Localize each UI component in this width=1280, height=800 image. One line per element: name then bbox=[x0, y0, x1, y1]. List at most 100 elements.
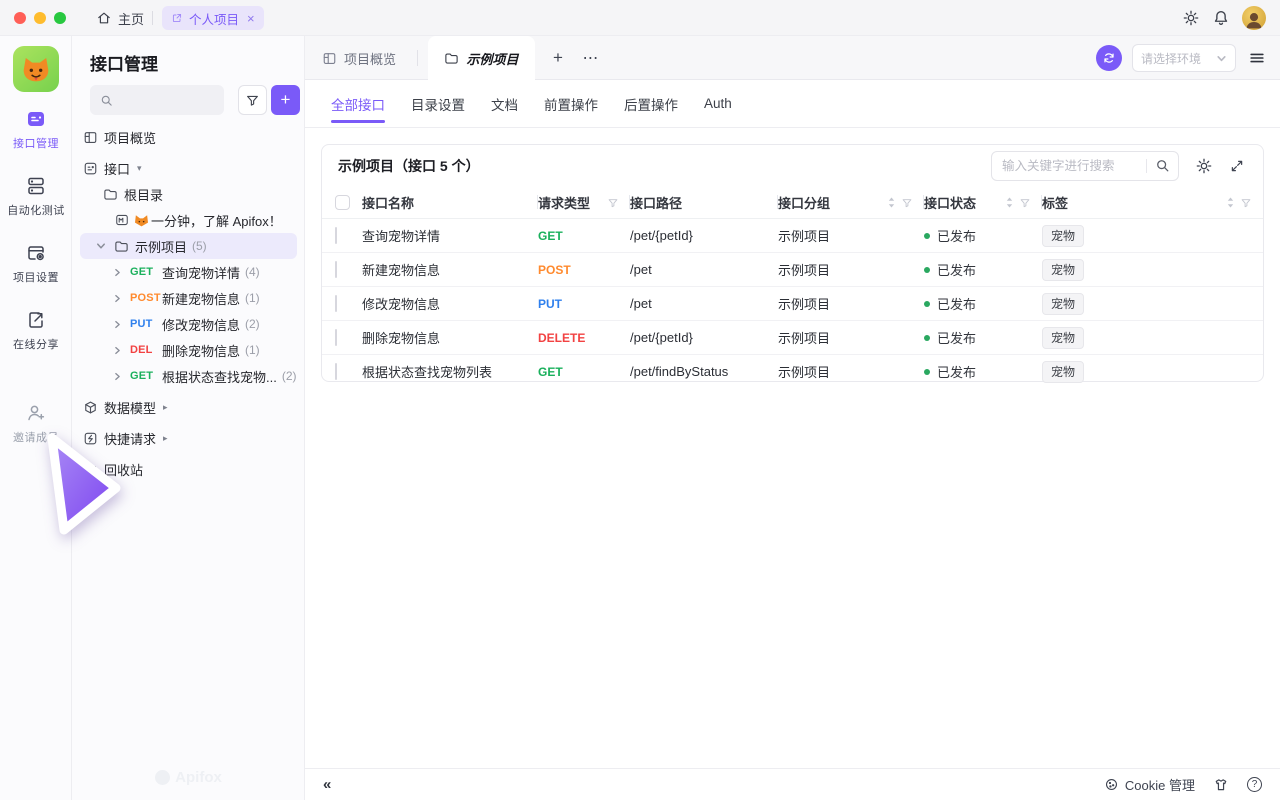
tree-item-project-overview[interactable]: 项目概览 bbox=[80, 124, 297, 150]
close-window-button[interactable] bbox=[14, 12, 26, 24]
column-header-method[interactable]: 请求类型 bbox=[538, 187, 630, 218]
tree-item-api[interactable]: DEL 删除宠物信息 (1) bbox=[80, 337, 297, 363]
rail-item-online-share[interactable]: 在线分享 bbox=[0, 309, 72, 352]
home-label: 主页 bbox=[118, 9, 144, 28]
subtab-all-apis[interactable]: 全部接口 bbox=[331, 80, 385, 128]
table-row[interactable]: 删除宠物信息 DELETE /pet/{petId} 示例项目 已发布 宠物 bbox=[322, 321, 1263, 355]
table-search-input[interactable] bbox=[991, 151, 1179, 181]
row-checkbox[interactable] bbox=[335, 363, 337, 380]
menu-hamburger-icon[interactable] bbox=[1248, 49, 1266, 67]
column-header-status[interactable]: 接口状态 bbox=[924, 187, 1042, 218]
tag-badge: 宠物 bbox=[1042, 225, 1084, 247]
add-tab-button[interactable]: + bbox=[545, 36, 571, 80]
markdown-icon bbox=[115, 213, 129, 227]
folder-icon bbox=[444, 51, 459, 66]
tab-example-project[interactable]: 示例项目 bbox=[428, 36, 535, 81]
cookie-manager-button[interactable]: Cookie 管理 bbox=[1104, 775, 1195, 794]
column-header-path[interactable]: 接口路径 bbox=[630, 187, 778, 218]
select-all-checkbox[interactable] bbox=[335, 195, 350, 210]
table-row[interactable]: 查询宠物详情 GET /pet/{petId} 示例项目 已发布 宠物 bbox=[322, 219, 1263, 253]
sort-icon[interactable] bbox=[1226, 196, 1235, 209]
api-name: 查询宠物详情 bbox=[362, 226, 538, 245]
chevron-right-icon[interactable] bbox=[113, 372, 122, 381]
apifox-logo[interactable] bbox=[13, 46, 59, 92]
chevron-down-icon[interactable] bbox=[96, 241, 106, 251]
notifications-bell-icon[interactable] bbox=[1212, 9, 1230, 27]
sync-button[interactable] bbox=[1096, 45, 1122, 71]
subtab-pre-processors[interactable]: 前置操作 bbox=[544, 80, 598, 128]
column-header-group[interactable]: 接口分组 bbox=[778, 187, 924, 218]
user-avatar[interactable] bbox=[1242, 6, 1266, 30]
sidebar-filter-button[interactable] bbox=[238, 85, 267, 115]
table-settings-gear-icon[interactable] bbox=[1195, 157, 1213, 175]
tab-divider bbox=[417, 50, 418, 66]
tree-item-api[interactable]: PUT 修改宠物信息 (2) bbox=[80, 311, 297, 337]
subtab-docs[interactable]: 文档 bbox=[491, 80, 518, 128]
column-header-name[interactable]: 接口名称 bbox=[362, 187, 538, 218]
home-nav[interactable]: 主页 bbox=[96, 0, 144, 36]
sidebar-add-button[interactable]: + bbox=[271, 85, 300, 115]
rail-item-invite-members[interactable]: 邀请成员 bbox=[0, 402, 72, 445]
subtab-post-processors[interactable]: 后置操作 bbox=[624, 80, 678, 128]
titlebar-divider bbox=[152, 11, 153, 25]
search-icon[interactable] bbox=[1154, 157, 1171, 174]
rail-label: 邀请成员 bbox=[0, 429, 72, 445]
status-dot bbox=[924, 335, 930, 341]
close-icon[interactable]: × bbox=[247, 12, 255, 25]
tab-project-overview[interactable]: 项目概览 bbox=[322, 36, 396, 80]
rail-item-automation-test[interactable]: 自动化测试 bbox=[0, 175, 72, 218]
subtab-folder-settings[interactable]: 目录设置 bbox=[411, 80, 465, 128]
tree-item-recycle-bin[interactable]: 回收站 bbox=[80, 456, 297, 482]
table-row[interactable]: 新建宠物信息 POST /pet 示例项目 已发布 宠物 bbox=[322, 253, 1263, 287]
tree-item-doc[interactable]: 一分钟，了解 Apifox！ bbox=[80, 207, 297, 233]
subtab-auth[interactable]: Auth bbox=[704, 80, 732, 128]
row-checkbox[interactable] bbox=[335, 261, 337, 278]
tree-item-api-section[interactable]: 接口 ▾ bbox=[80, 155, 297, 181]
tree-item-api[interactable]: POST 新建宠物信息 (1) bbox=[80, 285, 297, 311]
chevron-right-icon[interactable] bbox=[113, 346, 122, 355]
collapse-sidebar-icon[interactable]: « bbox=[323, 776, 330, 793]
tree-item-api[interactable]: GET 查询宠物详情 (4) bbox=[80, 259, 297, 285]
table-row[interactable]: 修改宠物信息 PUT /pet 示例项目 已发布 宠物 bbox=[322, 287, 1263, 321]
row-checkbox[interactable] bbox=[335, 227, 337, 244]
filter-funnel-icon[interactable] bbox=[1240, 197, 1252, 209]
sidebar-title: 接口管理 bbox=[90, 50, 158, 75]
minimize-window-button[interactable] bbox=[34, 12, 46, 24]
tree-item-example-folder[interactable]: 示例项目 (5) bbox=[80, 233, 297, 259]
tree-item-root-folder[interactable]: 根目录 bbox=[80, 181, 297, 207]
caret-right-icon: ▸ bbox=[163, 402, 168, 413]
rail-item-project-settings[interactable]: 项目设置 bbox=[0, 242, 72, 285]
tree-item-quick-request[interactable]: 快捷请求 ▸ bbox=[80, 425, 297, 451]
filter-funnel-icon[interactable] bbox=[1019, 197, 1031, 209]
table-header-row: 接口名称 请求类型 接口路径 接口分组 接口状态 标签 bbox=[322, 187, 1263, 219]
settings-gear-icon[interactable] bbox=[1182, 9, 1200, 27]
theme-tshirt-icon[interactable] bbox=[1213, 777, 1229, 793]
sort-icon[interactable] bbox=[1005, 196, 1014, 209]
chevron-right-icon[interactable] bbox=[113, 294, 122, 303]
filter-funnel-icon[interactable] bbox=[607, 197, 619, 209]
help-icon[interactable]: ? bbox=[1247, 777, 1262, 792]
filter-funnel-icon[interactable] bbox=[901, 197, 913, 209]
api-name: 删除宠物信息 bbox=[362, 328, 538, 347]
environment-select[interactable]: 请选择环境 bbox=[1132, 44, 1236, 72]
tree-item-data-model[interactable]: 数据模型 ▸ bbox=[80, 394, 297, 420]
sort-icon[interactable] bbox=[887, 196, 896, 209]
project-tab[interactable]: 个人项目 × bbox=[162, 6, 264, 30]
zoom-window-button[interactable] bbox=[54, 12, 66, 24]
sidebar-search-input[interactable] bbox=[90, 85, 224, 115]
tag-badge: 宠物 bbox=[1042, 327, 1084, 349]
more-tabs-icon[interactable]: ⋯ bbox=[577, 36, 605, 80]
expand-fullscreen-icon[interactable] bbox=[1229, 158, 1245, 174]
rail-item-api-manage[interactable]: 接口管理 bbox=[0, 108, 72, 151]
api-tree: 项目概览 接口 ▾ 根目录 一分钟，了解 Apifox！ 示例项目 (5) GE… bbox=[72, 124, 305, 482]
tree-item-api[interactable]: GET 根据状态查找宠物... (2) bbox=[80, 363, 297, 389]
column-header-tag[interactable]: 标签 bbox=[1042, 187, 1263, 218]
chevron-right-icon[interactable] bbox=[113, 268, 122, 277]
online-share-icon bbox=[0, 309, 72, 331]
tree-item-label: 删除宠物信息 bbox=[162, 341, 240, 360]
caret-down-icon: ▾ bbox=[137, 163, 142, 174]
chevron-right-icon[interactable] bbox=[113, 320, 122, 329]
row-checkbox[interactable] bbox=[335, 295, 337, 312]
row-checkbox[interactable] bbox=[335, 329, 337, 346]
table-row[interactable]: 根据状态查找宠物列表 GET /pet/findByStatus 示例项目 已发… bbox=[322, 355, 1263, 388]
